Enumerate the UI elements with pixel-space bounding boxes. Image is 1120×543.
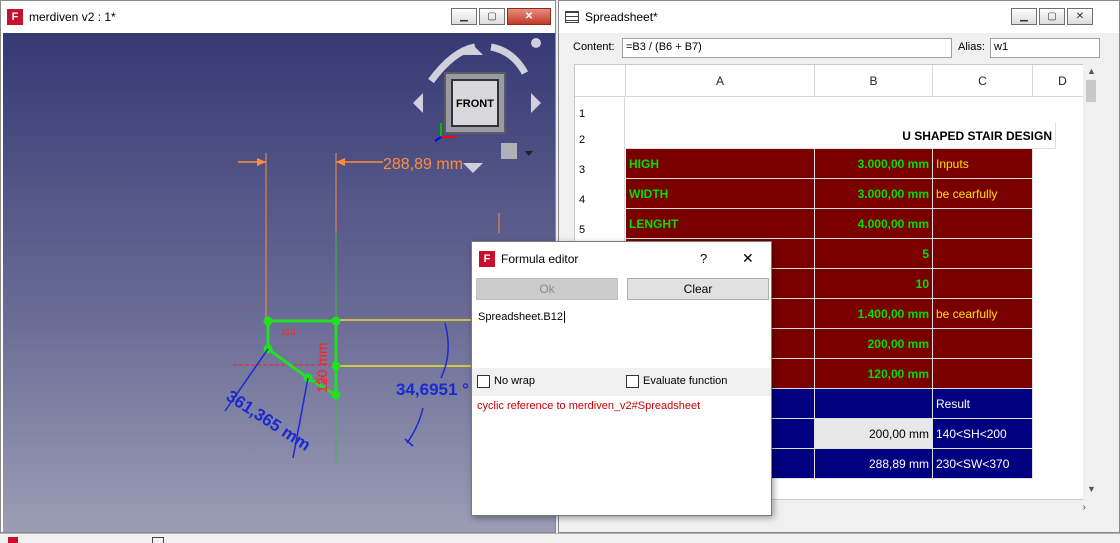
- row-header-4[interactable]: 4: [575, 179, 625, 209]
- cell-b11[interactable]: [815, 389, 933, 419]
- view-titlebar[interactable]: F merdiven v2 : 1* ▁ ▢ ✕: [1, 1, 555, 33]
- cell-a3[interactable]: HIGH: [626, 149, 815, 179]
- clear-button[interactable]: Clear: [627, 278, 769, 300]
- ok-button[interactable]: Ok: [476, 278, 618, 300]
- cell-c3[interactable]: Inputs: [933, 149, 1033, 179]
- scroll-down-icon[interactable]: ▼: [1087, 484, 1096, 494]
- freecad-logo-icon: F: [479, 251, 495, 267]
- nav-cube[interactable]: FRONT: [413, 38, 541, 173]
- cell-b10[interactable]: 120,00 mm: [815, 359, 933, 389]
- corner-header[interactable]: [575, 65, 626, 97]
- dimension-label-horizontal[interactable]: 288,89 mm: [383, 156, 463, 173]
- cell-title[interactable]: U SHAPED STAIR DESIGN: [626, 123, 1056, 149]
- nav-arrow-right-icon[interactable]: [531, 93, 541, 113]
- cell-b5[interactable]: 4.000,00 mm: [815, 209, 933, 239]
- content-bar: Content: =B3 / (B6 + B7) Alias: w1: [559, 37, 1119, 59]
- document-tabs[interactable]: [0, 533, 1120, 543]
- maximize-icon[interactable]: ▢: [1039, 8, 1065, 25]
- cell-c10[interactable]: [933, 359, 1033, 389]
- close-icon[interactable]: ✕: [1067, 8, 1093, 25]
- cell-c12[interactable]: 140<SH<200: [933, 419, 1033, 449]
- formula-editor-dialog[interactable]: F Formula editor ? ✕ Ok Clear Spreadshee…: [471, 241, 772, 516]
- nav-menu-dot-icon[interactable]: [531, 38, 541, 48]
- cell-b3[interactable]: 3.000,00 mm: [815, 149, 933, 179]
- tab-spreadsheet-icon[interactable]: [152, 537, 164, 543]
- spreadsheet-window-title: Spreadsheet*: [585, 10, 658, 24]
- nav-arrow-down-icon[interactable]: [463, 163, 483, 173]
- column-header-d[interactable]: D: [1033, 65, 1083, 97]
- cell-c9[interactable]: [933, 329, 1033, 359]
- formula-editor-titlebar[interactable]: F Formula editor ? ✕: [472, 242, 771, 276]
- error-message: cyclic reference to merdiven_v2#Spreadsh…: [477, 400, 701, 412]
- nav-cube-face-label[interactable]: FRONT: [456, 98, 494, 110]
- view-window-title: merdiven v2 : 1*: [29, 10, 116, 24]
- column-header-b[interactable]: B: [815, 65, 933, 97]
- rotate-right-icon[interactable]: [490, 43, 529, 75]
- minimize-icon[interactable]: ▁: [451, 8, 477, 25]
- help-icon[interactable]: ?: [700, 251, 707, 266]
- row-header-5[interactable]: 5: [575, 209, 625, 239]
- content-label: Content:: [573, 41, 615, 53]
- options-bar: No wrap Evaluate function: [472, 368, 771, 396]
- cell-b4[interactable]: 3.000,00 mm: [815, 179, 933, 209]
- row-header-2[interactable]: 2: [575, 123, 625, 149]
- dimension-label-vertical[interactable]: 120 mm: [314, 342, 330, 393]
- maximize-icon[interactable]: ▢: [479, 8, 505, 25]
- scroll-right-icon[interactable]: ›: [1083, 502, 1086, 513]
- dimension-orange[interactable]: 288,89 mm: [238, 153, 463, 320]
- cell-c4[interactable]: be cearfully: [933, 179, 1033, 209]
- alias-input[interactable]: w1: [990, 38, 1100, 58]
- cell-a5[interactable]: LENGHT: [626, 209, 815, 239]
- dimension-label-angle[interactable]: 34,6951 °: [396, 380, 469, 399]
- cell-a4[interactable]: WIDTH: [626, 179, 815, 209]
- no-wrap-label: No wrap: [494, 375, 535, 387]
- cell-c5[interactable]: [933, 209, 1033, 239]
- cell-b8[interactable]: 1.400,00 mm: [815, 299, 933, 329]
- expression-input[interactable]: Spreadsheet.B12: [476, 306, 769, 368]
- view-menu-cube-icon[interactable]: [501, 143, 517, 159]
- evaluate-function-label: Evaluate function: [643, 375, 728, 387]
- no-wrap-checkbox[interactable]: [477, 375, 490, 388]
- svg-text:ʖ13: ʖ13: [281, 327, 296, 337]
- vertical-scrollbar[interactable]: ▲ ▼: [1083, 64, 1099, 500]
- evaluate-function-checkbox[interactable]: [626, 375, 639, 388]
- cell-b6[interactable]: 5: [815, 239, 933, 269]
- expression-text: Spreadsheet.B12: [478, 311, 564, 323]
- cell-b7[interactable]: 10: [815, 269, 933, 299]
- nav-arrow-left-icon[interactable]: [413, 93, 423, 113]
- cell-b13[interactable]: 288,89 mm: [815, 449, 933, 479]
- column-header-c[interactable]: C: [933, 65, 1033, 97]
- spreadsheet-icon: [565, 11, 579, 23]
- cell-b9[interactable]: 200,00 mm: [815, 329, 933, 359]
- close-icon[interactable]: ✕: [742, 250, 754, 267]
- cell-c7[interactable]: [933, 269, 1033, 299]
- freecad-logo-icon: F: [7, 9, 23, 25]
- cell-c13[interactable]: 230<SW<370: [933, 449, 1033, 479]
- cell-b12[interactable]: 200,00 mm: [815, 419, 933, 449]
- close-icon[interactable]: ✕: [507, 8, 551, 25]
- cell-c11[interactable]: Result: [933, 389, 1033, 419]
- scroll-up-icon[interactable]: ▲: [1087, 66, 1096, 76]
- spreadsheet-titlebar[interactable]: Spreadsheet* ▁ ▢ ✕: [559, 1, 1119, 33]
- column-header-a[interactable]: A: [626, 65, 815, 97]
- content-input[interactable]: =B3 / (B6 + B7): [622, 38, 952, 58]
- row-header-1[interactable]: 1: [575, 97, 625, 123]
- alias-label: Alias:: [958, 41, 985, 53]
- row-header-3[interactable]: 3: [575, 149, 625, 179]
- dimension-blue[interactable]: 34,6951 ° 361,365 mm: [223, 322, 469, 459]
- cell-c6[interactable]: [933, 239, 1033, 269]
- minimize-icon[interactable]: ▁: [1011, 8, 1037, 25]
- formula-editor-title: Formula editor: [501, 252, 579, 266]
- scroll-thumb[interactable]: [1086, 80, 1096, 102]
- cell-c8[interactable]: be cearfully: [933, 299, 1033, 329]
- tab-view-icon[interactable]: [8, 537, 18, 543]
